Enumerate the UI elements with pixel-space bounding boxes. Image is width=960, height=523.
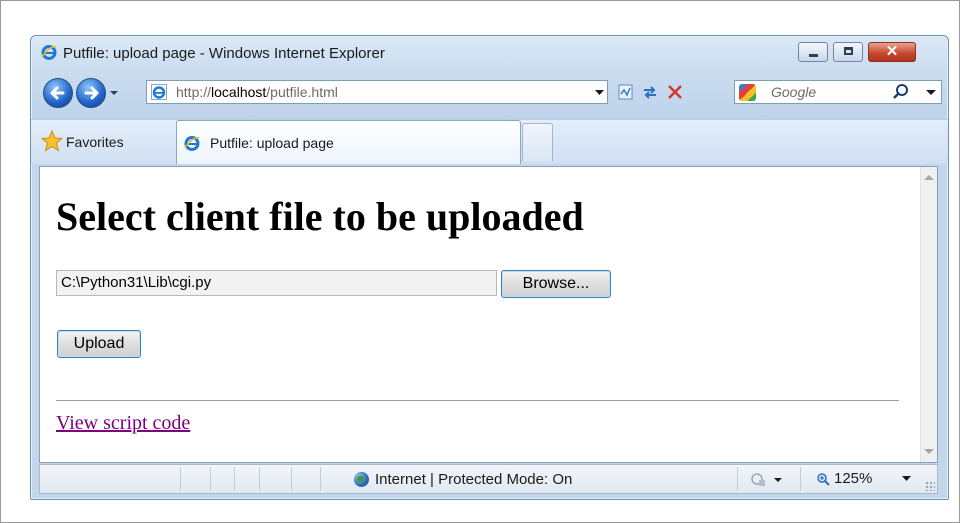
address-path: /putfile.html bbox=[266, 84, 338, 100]
ie-icon bbox=[184, 136, 200, 151]
browser-window: Putfile: upload page - Windows Internet … bbox=[30, 35, 949, 500]
scroll-up-icon[interactable] bbox=[924, 175, 934, 180]
compat-icon[interactable] bbox=[617, 83, 635, 101]
privacy-icon[interactable] bbox=[750, 472, 784, 488]
google-logo-icon bbox=[739, 84, 756, 101]
page-heading: Select client file to be uploaded bbox=[56, 194, 584, 239]
upload-button[interactable]: Upload bbox=[57, 330, 141, 358]
favorites-label: Favorites bbox=[66, 134, 124, 150]
status-divider bbox=[259, 467, 260, 491]
divider bbox=[56, 400, 899, 401]
status-divider bbox=[234, 467, 235, 491]
zoom-level[interactable]: 125% bbox=[834, 470, 872, 487]
file-path-input[interactable]: C:\Python31\Lib\cgi.py bbox=[56, 270, 497, 296]
browse-button[interactable]: Browse... bbox=[501, 270, 611, 298]
close-window-button[interactable]: ✕ bbox=[868, 42, 916, 62]
search-options-icon[interactable] bbox=[924, 82, 938, 102]
status-divider bbox=[180, 467, 181, 491]
maximize-button[interactable] bbox=[833, 42, 863, 62]
address-dropdown-icon[interactable] bbox=[595, 90, 604, 96]
back-button[interactable] bbox=[43, 78, 73, 108]
search-placeholder: Google bbox=[771, 84, 817, 100]
screenshot-frame: Putfile: upload page - Windows Internet … bbox=[0, 0, 960, 523]
star-icon bbox=[41, 130, 63, 152]
maximize-icon bbox=[844, 47, 853, 55]
minimize-button[interactable] bbox=[798, 42, 828, 62]
history-dropdown-icon[interactable] bbox=[109, 83, 119, 103]
back-icon bbox=[50, 86, 65, 100]
view-script-link[interactable]: View script code bbox=[56, 412, 190, 435]
address-prefix: http:// bbox=[176, 84, 212, 100]
refresh-icon[interactable] bbox=[641, 83, 659, 101]
status-divider bbox=[737, 467, 738, 491]
vertical-scrollbar[interactable] bbox=[920, 167, 937, 462]
forward-button[interactable] bbox=[76, 78, 106, 108]
security-zone-text[interactable]: Internet | Protected Mode: On bbox=[375, 471, 572, 488]
window-title: Putfile: upload page - Windows Internet … bbox=[63, 45, 385, 62]
forward-icon bbox=[84, 86, 99, 100]
minimize-icon bbox=[809, 54, 818, 57]
ie-icon bbox=[41, 45, 57, 60]
globe-icon bbox=[354, 472, 369, 487]
close-icon: ✕ bbox=[885, 43, 899, 60]
status-divider bbox=[320, 467, 321, 491]
address-host: localhost bbox=[211, 84, 267, 100]
tab-putfile[interactable]: Putfile: upload page bbox=[176, 120, 521, 164]
stop-icon[interactable] bbox=[666, 83, 684, 101]
status-divider bbox=[291, 467, 292, 491]
tab-title: Putfile: upload page bbox=[210, 135, 334, 151]
title-bar: Putfile: upload page - Windows Internet … bbox=[31, 36, 948, 66]
search-icon[interactable] bbox=[891, 82, 911, 102]
zoom-icon[interactable] bbox=[816, 472, 832, 488]
zoom-dropdown-icon[interactable] bbox=[902, 476, 911, 482]
status-divider bbox=[210, 467, 211, 491]
address-bar[interactable]: http://localhost/putfile.html bbox=[146, 80, 608, 104]
tabs-bar: Favorites Putfile: upload page bbox=[31, 119, 948, 164]
scroll-down-icon[interactable] bbox=[924, 449, 934, 454]
resize-grip[interactable] bbox=[925, 481, 935, 491]
address-text: http://localhost/putfile.html bbox=[176, 84, 338, 100]
status-bar: Internet | Protected Mode: On 125% bbox=[39, 464, 938, 494]
new-tab-button[interactable] bbox=[522, 123, 553, 161]
status-divider bbox=[800, 467, 801, 491]
page-content: Select client file to be uploaded C:\Pyt… bbox=[39, 166, 938, 463]
page-ie-icon bbox=[151, 84, 167, 100]
